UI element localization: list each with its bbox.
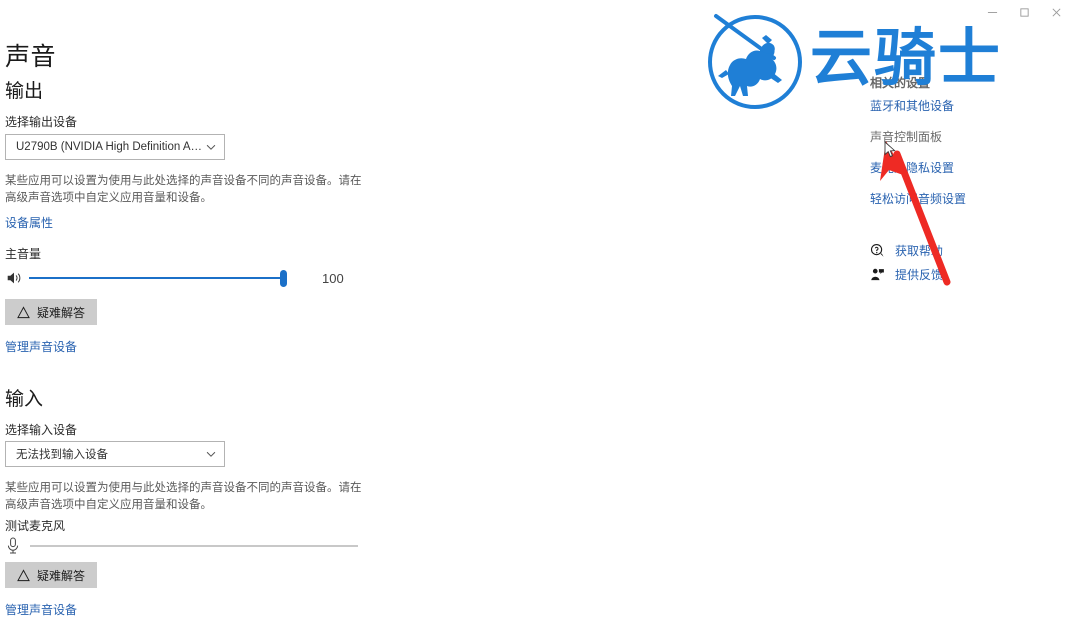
input-device-label: 选择输入设备 [5,423,78,437]
master-volume-slider-row [5,266,287,290]
input-troubleshoot-button[interactable]: 疑难解答 [5,562,98,588]
input-section-heading: 输入 [5,389,44,410]
input-device-value: 无法找到输入设备 [16,449,108,461]
related-settings-pane: 相关的设置 蓝牙和其他设备 声音控制面板 麦克风隐私设置 轻松访问音频设置 获取… [860,0,1072,624]
chevron-down-icon [206,451,216,457]
warning-triangle-icon [17,305,30,318]
settings-content: 声音 输出 选择输出设备 U2790B (NVIDIA High Definit… [0,0,420,624]
master-volume-value: 100 [322,271,344,286]
output-device-value: U2790B (NVIDIA High Definition Au... [16,141,204,153]
related-link-microphone-privacy[interactable]: 麦克风隐私设置 [870,159,954,176]
feedback-person-icon [871,268,884,281]
mic-level-meter [30,545,358,547]
output-device-label: 选择输出设备 [5,115,78,129]
mic-level-row [5,535,358,557]
output-description: 某些应用可以设置为使用与此处选择的声音设备不同的声音设备。请在高级声音选项中自定… [5,175,362,204]
related-link-sound-control-panel[interactable]: 声音控制面板 [870,128,942,145]
volume-track-fill [29,277,287,279]
input-description: 某些应用可以设置为使用与此处选择的声音设备不同的声音设备。请在高级声音选项中自定… [5,482,362,511]
master-volume-label: 主音量 [5,247,42,261]
related-link-ease-of-access-audio[interactable]: 轻松访问音频设置 [870,190,966,207]
chevron-down-icon [206,144,216,150]
output-section-heading: 输出 [5,81,44,102]
related-link-bluetooth[interactable]: 蓝牙和其他设备 [870,97,954,114]
help-question-icon [870,243,884,257]
speaker-icon [7,272,21,284]
give-feedback-label: 提供反馈 [895,268,944,282]
input-manage-sound-devices-link[interactable]: 管理声音设备 [5,601,77,618]
volume-slider-thumb[interactable] [280,270,287,287]
input-device-select[interactable]: 无法找到输入设备 [5,441,225,467]
give-feedback-row[interactable]: 提供反馈 [870,266,943,283]
warning-triangle-icon [17,568,30,581]
output-device-select[interactable]: U2790B (NVIDIA High Definition Au... [5,134,225,160]
sound-settings-window: 声音 输出 选择输出设备 U2790B (NVIDIA High Definit… [0,0,1072,624]
device-properties-link[interactable]: 设备属性 [5,214,53,231]
output-troubleshoot-label: 疑难解答 [37,305,86,320]
get-help-label: 获取帮助 [895,244,944,258]
output-troubleshoot-button[interactable]: 疑难解答 [5,299,98,325]
microphone-icon [7,537,19,554]
master-volume-slider[interactable] [29,268,287,288]
output-manage-sound-devices-link[interactable]: 管理声音设备 [5,338,77,355]
related-settings-heading: 相关的设置 [870,76,931,90]
input-troubleshoot-label: 疑难解答 [37,568,86,583]
mouse-cursor [884,141,896,158]
mic-test-label: 测试麦克风 [5,519,66,533]
knight-on-horse-logo [708,14,802,109]
get-help-row[interactable]: 获取帮助 [870,242,943,259]
page-title: 声音 [5,43,57,71]
